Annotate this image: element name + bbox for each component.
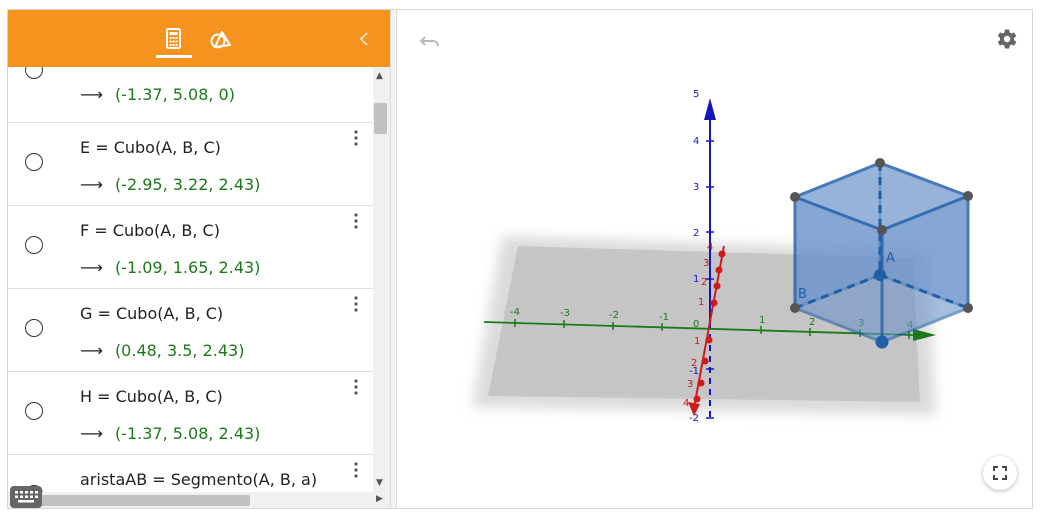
value-line: ⟶ (-1.37, 5.08, 0) <box>80 85 235 104</box>
y-tick-label: 4 <box>707 242 713 253</box>
vertical-scrollbar-thumb[interactable] <box>374 103 387 134</box>
algebra-panel: ⟶ (-1.37, 5.08, 0) E = Cubo(A, B, C) ⟶ (-2… <box>8 10 390 508</box>
x-tick-label: 2 <box>809 317 815 328</box>
cube-vertex <box>875 158 885 168</box>
gear-icon[interactable] <box>993 26 1019 52</box>
keyboard-icon[interactable] <box>10 486 42 508</box>
visibility-toggle[interactable] <box>25 236 43 254</box>
y-tick-label: 1 <box>698 297 704 308</box>
z-tick-label: 4 <box>693 136 699 147</box>
scroll-right-arrow-icon[interactable]: ▶ <box>376 494 383 504</box>
z-tick-label: 5 <box>693 89 699 100</box>
point-b-label: B <box>798 287 807 302</box>
graphics-3d-view[interactable]: 5 4 3 2 1 -1 -2 -4 -3 -2 -1 0 1 2 4 3 2 … <box>397 10 1032 508</box>
3d-scene[interactable]: 5 4 3 2 1 -1 -2 -4 -3 -2 -1 0 1 2 4 3 2 … <box>397 10 1032 508</box>
more-options-icon[interactable] <box>353 378 359 396</box>
cube-vertex <box>963 303 973 313</box>
x-tick-label: -2 <box>609 310 619 321</box>
cube-vertex <box>790 303 800 313</box>
point-a <box>874 269 886 281</box>
definition-text[interactable]: F = Cubo(A, B, C) <box>80 221 220 240</box>
cube-vertex <box>963 191 973 201</box>
chevron-left-icon[interactable] <box>356 27 372 51</box>
calculator-icon[interactable] <box>158 24 188 54</box>
y-tick-label: 2 <box>701 277 707 288</box>
cube-vertex <box>790 192 800 202</box>
horizontal-scrollbar-thumb[interactable] <box>20 495 250 506</box>
visibility-toggle[interactable] <box>25 402 43 420</box>
definition-text[interactable]: aristaAB = Segmento(A, B, a) <box>80 470 317 489</box>
x-tick-label: -3 <box>560 308 570 319</box>
list-item[interactable]: E = Cubo(A, B, C) ⟶ (-2.95, 3.22, 2.43) <box>8 123 373 206</box>
more-options-icon[interactable] <box>353 295 359 313</box>
y-tick-label: 2 <box>691 358 697 369</box>
list-item[interactable]: G = Cubo(A, B, C) ⟶ (0.48, 3.5, 2.43) <box>8 289 373 372</box>
y-tick-label: 3 <box>687 379 693 390</box>
visibility-toggle[interactable] <box>25 67 43 79</box>
panel-header <box>8 10 390 67</box>
z-tick-label: 1 <box>693 274 699 285</box>
undo-icon[interactable] <box>417 28 443 54</box>
value-line: ⟶ (-1.37, 5.08, 2.43) <box>80 424 261 443</box>
active-tab-indicator <box>156 55 192 58</box>
value-line: ⟶ (-1.09, 1.65, 2.43) <box>80 258 261 277</box>
cube <box>793 161 970 344</box>
fullscreen-button[interactable] <box>983 456 1017 490</box>
z-axis-arrowhead <box>704 98 716 120</box>
visibility-toggle[interactable] <box>25 153 43 171</box>
list-item[interactable]: H = Cubo(A, B, C) ⟶ (-1.37, 5.08, 2.43) <box>8 372 373 455</box>
value-line: ⟶ (-2.95, 3.22, 2.43) <box>80 175 261 194</box>
more-options-icon[interactable] <box>353 461 359 479</box>
scroll-down-arrow-icon[interactable]: ▼ <box>376 478 383 488</box>
geogebra-app: ⟶ (-1.37, 5.08, 0) E = Cubo(A, B, C) ⟶ (-2… <box>7 9 1033 509</box>
x-tick-label: 1 <box>759 315 765 326</box>
point-c <box>875 335 889 349</box>
fullscreen-icon <box>993 466 1007 480</box>
panel-divider[interactable] <box>390 10 397 508</box>
more-options-icon[interactable] <box>353 129 359 147</box>
y-tick-label: 3 <box>703 258 709 269</box>
definition-text[interactable]: H = Cubo(A, B, C) <box>80 387 223 406</box>
definition-text[interactable]: G = Cubo(A, B, C) <box>80 304 223 323</box>
z-tick-label: 3 <box>693 182 699 193</box>
x-tick-label: -4 <box>510 307 520 318</box>
more-options-icon[interactable] <box>353 212 359 230</box>
x-tick-label: 0 <box>693 319 699 330</box>
z-tick-label: 2 <box>693 228 699 239</box>
list-item[interactable]: ⟶ (-1.37, 5.08, 0) <box>8 67 373 123</box>
algebra-list: ⟶ (-1.37, 5.08, 0) E = Cubo(A, B, C) ⟶ (-2… <box>8 67 373 508</box>
value-line: ⟶ (0.48, 3.5, 2.43) <box>80 341 245 360</box>
visibility-toggle[interactable] <box>25 319 43 337</box>
scroll-up-arrow-icon[interactable]: ▲ <box>376 71 383 81</box>
point-a-label: A <box>886 251 895 266</box>
y-tick-label: 4 <box>683 398 689 409</box>
list-item[interactable]: F = Cubo(A, B, C) ⟶ (-1.09, 1.65, 2.43) <box>8 206 373 289</box>
geometry-tools-icon[interactable] <box>206 24 236 54</box>
y-tick-label: 1 <box>694 336 700 347</box>
x-tick-label: -1 <box>659 312 669 323</box>
cube-vertex <box>877 225 887 235</box>
definition-text[interactable]: E = Cubo(A, B, C) <box>80 138 221 157</box>
